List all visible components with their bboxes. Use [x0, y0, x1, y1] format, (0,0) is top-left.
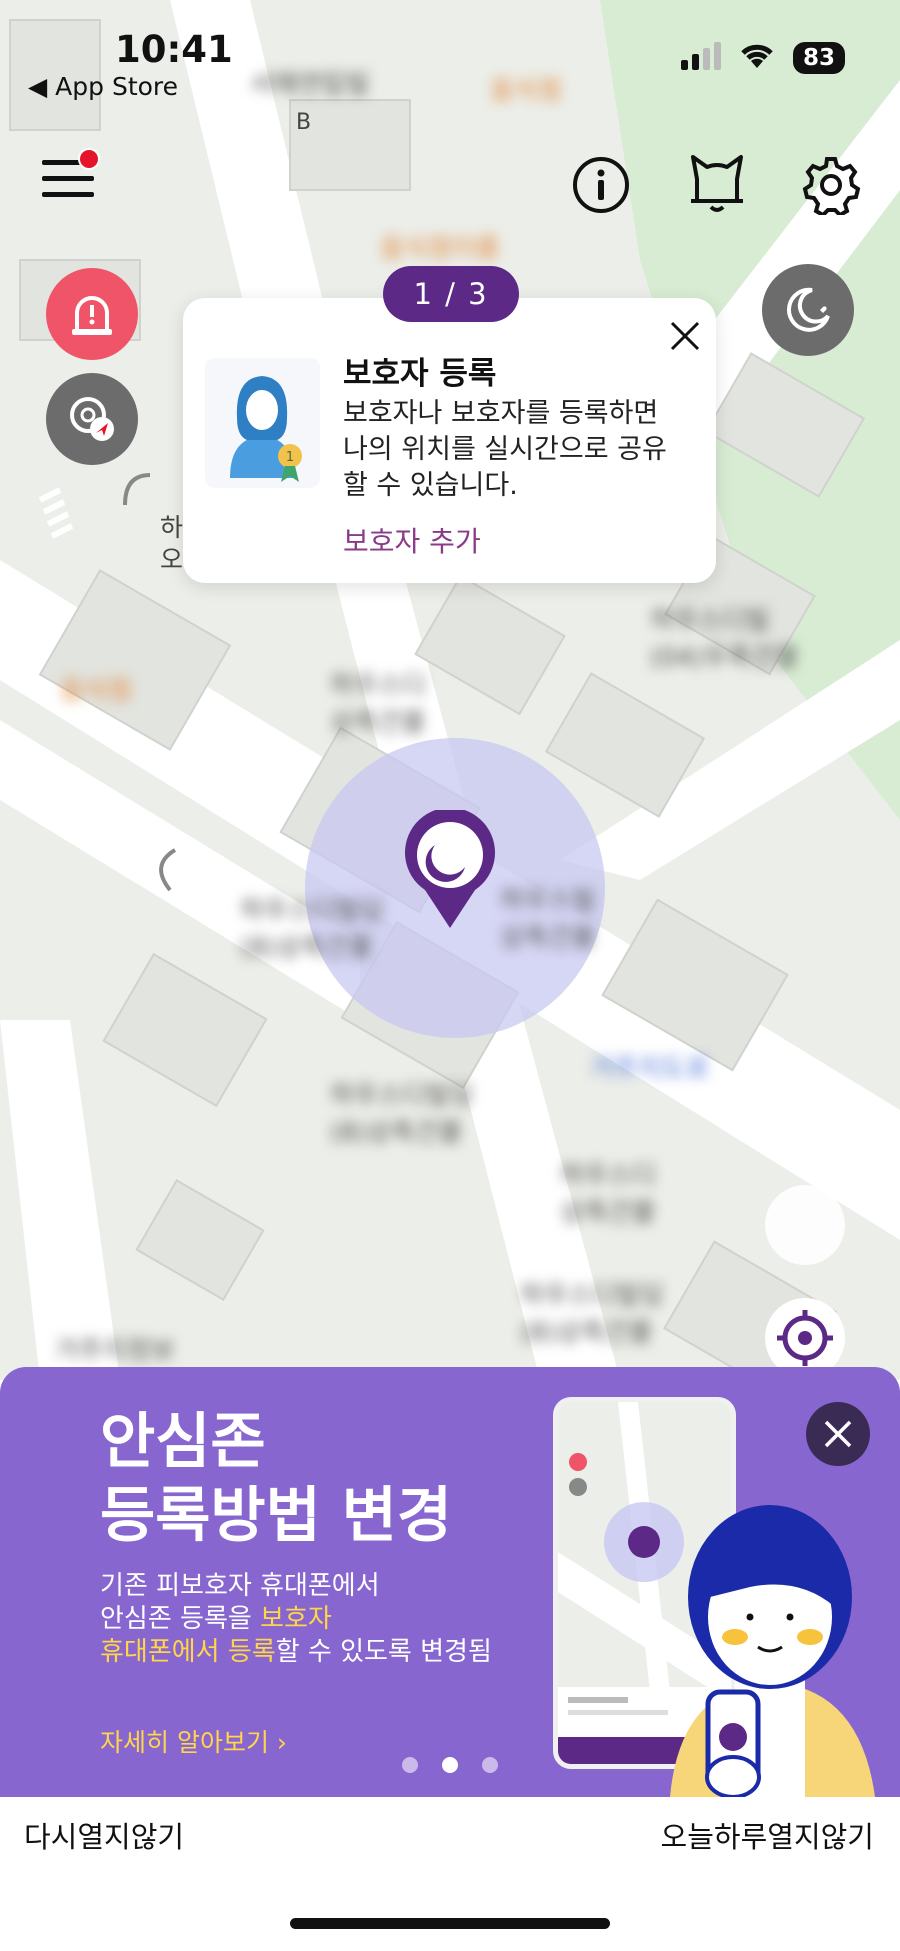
- close-icon: [824, 1420, 852, 1448]
- banner-desc-line3: 휴대폰에서 등록할 수 있도록 변경됨: [100, 1636, 492, 1669]
- character-illustration: [640, 1487, 900, 1797]
- banner-desc-line1: 기존 피보호자 휴대폰에서: [100, 1571, 380, 1601]
- banner-desc-line3-b: 할 수 있도록 변경됨: [275, 1637, 492, 1667]
- map-label-ha: 하: [160, 513, 184, 542]
- map-view[interactable]: 서해연립빌 음식점 음식점이름 하우스디빌 (04)우측건물 하우스디 상측건물 음…: [0, 0, 900, 1380]
- status-time: 10:41: [115, 28, 233, 71]
- banner-pagination: [402, 1757, 498, 1773]
- wifi-icon: [739, 42, 775, 74]
- emergency-button[interactable]: [46, 268, 138, 360]
- notification-dot: [78, 148, 100, 170]
- night-mode-button[interactable]: [762, 264, 854, 356]
- status-icons: 83: [680, 42, 845, 74]
- home-indicator[interactable]: [290, 1918, 610, 1929]
- banner-title-line1: 안심존: [100, 1407, 266, 1477]
- banner-desc-line2: 안심존 등록을 보호자: [100, 1603, 492, 1636]
- siren-icon: [72, 296, 112, 335]
- moon-icon: [787, 287, 830, 332]
- pagination-dot[interactable]: [402, 1757, 418, 1773]
- banner-close-button[interactable]: [806, 1402, 870, 1466]
- map-roads: [0, 0, 900, 1380]
- close-icon: [670, 321, 700, 351]
- notification-button[interactable]: [686, 150, 748, 216]
- battery-indicator: 83: [792, 42, 845, 74]
- info-button[interactable]: [570, 154, 632, 216]
- tooltip-close-button[interactable]: [663, 314, 707, 358]
- menu-button[interactable]: [38, 148, 100, 204]
- banner-title: 안심존 등록방법 변경: [100, 1405, 452, 1553]
- dont-show-today-button[interactable]: 오늘하루열지않기: [661, 1814, 874, 1856]
- guardian-tooltip: 1 보호자 등록 보호자나 보호자를 등록하면 나의 위치를 실시간으로 공유할…: [183, 298, 716, 583]
- map-label-o: 오: [160, 545, 184, 574]
- back-to-app-store[interactable]: ◀ App Store: [28, 72, 178, 101]
- banner-desc-line2-a: 안심존 등록을: [100, 1604, 261, 1634]
- svg-text:1: 1: [286, 450, 294, 465]
- signal-icon: [680, 42, 721, 74]
- cat-bell-icon: [691, 155, 743, 212]
- info-icon: [573, 157, 629, 213]
- tooltip-step-badge: 1 / 3: [383, 266, 519, 322]
- pagination-dot-active[interactable]: [442, 1757, 458, 1773]
- map-label-b: B: [296, 110, 312, 135]
- pagination-dot[interactable]: [482, 1757, 498, 1773]
- dont-show-again-button[interactable]: 다시열지않기: [24, 1814, 184, 1856]
- banner-more-link[interactable]: 자세히 알아보기 ›: [100, 1723, 287, 1759]
- tooltip-body: 보호자나 보호자를 등록하면 나의 위치를 실시간으로 공유할 수 있습니다.: [343, 398, 667, 501]
- moon-pin-icon[interactable]: [405, 810, 495, 930]
- location-share-icon: [70, 397, 114, 441]
- banner-desc-line3-highlight: 휴대폰에서 등록: [100, 1637, 276, 1667]
- banner-description: 기존 피보호자 휴대폰에서 안심존 등록을 보호자 휴대폰에서 등록할 수 있도…: [100, 1570, 492, 1669]
- notice-banner[interactable]: 안심존 등록방법 변경 기존 피보호자 휴대폰에서 안심존 등록을 보호자 휴대…: [0, 1367, 900, 1797]
- banner-title-line2: 등록방법 변경: [100, 1481, 453, 1551]
- guardian-illustration: 1: [205, 358, 320, 488]
- banner-desc-line2-highlight: 보호자: [260, 1604, 332, 1634]
- settings-button[interactable]: [800, 154, 862, 216]
- gear-icon: [802, 157, 861, 215]
- tooltip-title: 보호자 등록: [343, 356, 497, 392]
- location-share-button[interactable]: [46, 373, 138, 465]
- add-guardian-link[interactable]: 보호자 추가: [343, 520, 481, 560]
